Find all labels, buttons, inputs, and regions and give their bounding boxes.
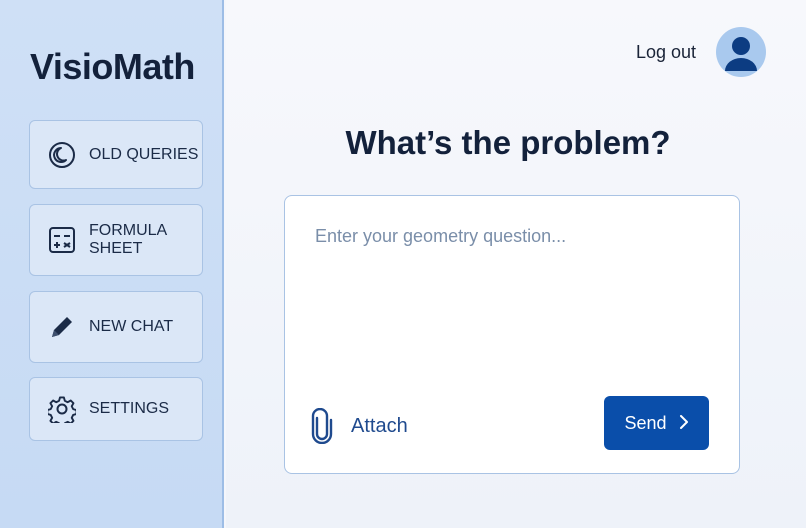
logout-link[interactable]: Log out	[636, 42, 696, 63]
chevron-right-icon	[679, 413, 689, 434]
question-input[interactable]	[315, 226, 711, 386]
page-title: What’s the problem?	[345, 124, 671, 161]
sidebar-item-formula-sheet[interactable]: FORMULA SHEET	[29, 204, 203, 276]
calculator-icon	[47, 225, 77, 255]
sidebar: VisioMath OLD QUERIES FORMULA SHEET NEW …	[0, 0, 224, 528]
sidebar-item-old-queries[interactable]: OLD QUERIES	[29, 120, 203, 189]
sidebar-item-settings[interactable]: SETTINGS	[29, 377, 203, 441]
sidebar-item-label: SETTINGS	[89, 400, 170, 417]
pencil-icon	[47, 312, 77, 342]
send-label: Send	[624, 412, 667, 433]
sidebar-item-new-chat[interactable]: NEW CHAT	[29, 291, 203, 363]
attach-label: Attach	[351, 414, 408, 437]
user-avatar-icon[interactable]	[716, 27, 766, 77]
app-logo: VisioMath	[30, 46, 195, 87]
sidebar-item-label: FORMULA SHEET	[89, 222, 168, 257]
send-button[interactable]: Send	[604, 396, 709, 450]
attach-button[interactable]: Attach	[309, 408, 408, 444]
sidebar-item-label: OLD QUERIES	[89, 145, 199, 163]
question-card: Attach Send	[284, 195, 740, 474]
paperclip-icon	[309, 408, 337, 444]
history-moon-icon	[47, 140, 77, 170]
sidebar-item-label: NEW CHAT	[89, 318, 174, 335]
gear-icon	[47, 394, 77, 424]
